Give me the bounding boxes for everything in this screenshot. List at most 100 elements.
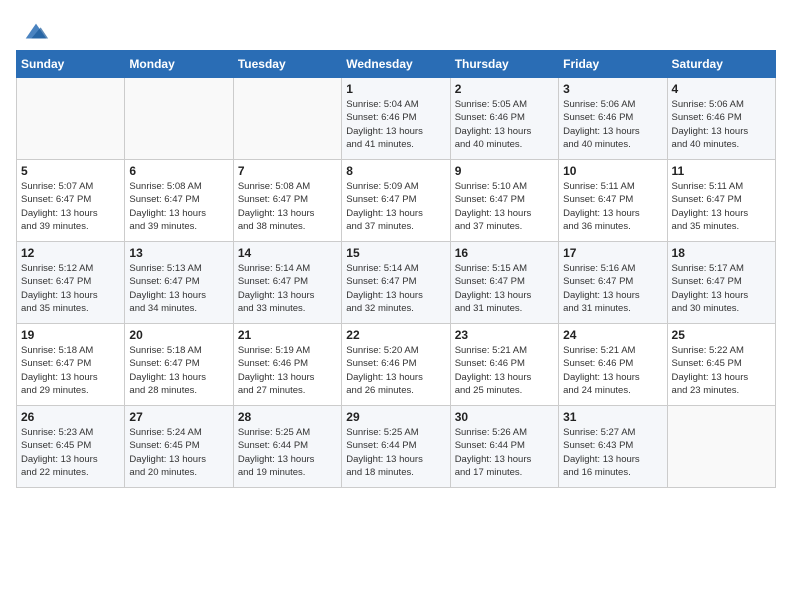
day-number: 7 — [238, 164, 337, 178]
day-number: 23 — [455, 328, 554, 342]
day-info: Sunrise: 5:09 AM Sunset: 6:47 PM Dayligh… — [346, 180, 445, 233]
day-number: 9 — [455, 164, 554, 178]
day-number: 17 — [563, 246, 662, 260]
day-number: 22 — [346, 328, 445, 342]
day-number: 8 — [346, 164, 445, 178]
weekday-header-monday: Monday — [125, 51, 233, 78]
day-cell: 28Sunrise: 5:25 AM Sunset: 6:44 PM Dayli… — [233, 406, 341, 488]
logo — [20, 18, 50, 40]
day-info: Sunrise: 5:08 AM Sunset: 6:47 PM Dayligh… — [238, 180, 337, 233]
day-number: 15 — [346, 246, 445, 260]
day-number: 10 — [563, 164, 662, 178]
day-number: 13 — [129, 246, 228, 260]
day-cell: 10 Sunrise: 5:11 AM Sunset: 6:47 PM Dayli… — [559, 160, 667, 242]
day-info: Sunrise: 5:11 AM Sunset: 6:47 PM Dayligh… — [672, 180, 771, 233]
day-info: Sunrise: 5:13 AM Sunset: 6:47 PM Dayligh… — [129, 262, 228, 315]
day-cell: 23 Sunrise: 5:21 AM Sunset: 6:46 PM Dayli… — [450, 324, 558, 406]
day-info: Sunrise: 5:07 AM Sunset: 6:47 PM Dayligh… — [21, 180, 120, 233]
day-info: Sunrise: 5:18 AM Sunset: 6:47 PM Dayligh… — [129, 344, 228, 397]
weekday-header-thursday: Thursday — [450, 51, 558, 78]
weekday-header-saturday: Saturday — [667, 51, 775, 78]
calendar: SundayMondayTuesdayWednesdayThursdayFrid… — [16, 50, 776, 488]
day-cell: 7 Sunrise: 5:08 AM Sunset: 6:47 PM Daylig… — [233, 160, 341, 242]
day-info: Sunrise: 5:25 AM Sunset: 6:44 PM Dayligh… — [346, 426, 445, 479]
weekday-header-row: SundayMondayTuesdayWednesdayThursdayFrid… — [17, 51, 776, 78]
day-cell: 9 Sunrise: 5:10 AM Sunset: 6:47 PM Daylig… — [450, 160, 558, 242]
day-cell: 31 Sunrise: 5:27 AM Sunset: 6:43 PM Dayli… — [559, 406, 667, 488]
calendar-table: SundayMondayTuesdayWednesdayThursdayFrid… — [16, 50, 776, 488]
week-row-2: 5Sunrise: 5:07 AM Sunset: 6:47 PM Daylig… — [17, 160, 776, 242]
day-info: Sunrise: 5:27 AM Sunset: 6:43 PM Dayligh… — [563, 426, 662, 479]
day-number: 4 — [672, 82, 771, 96]
day-number: 29 — [346, 410, 445, 424]
day-number: 1 — [346, 82, 445, 96]
day-info: Sunrise: 5:05 AM Sunset: 6:46 PM Dayligh… — [455, 98, 554, 151]
day-number: 16 — [455, 246, 554, 260]
day-info: Sunrise: 5:14 AM Sunset: 6:47 PM Dayligh… — [238, 262, 337, 315]
day-cell: 4 Sunrise: 5:06 AM Sunset: 6:46 PM Daylig… — [667, 78, 775, 160]
day-cell: 27 Sunrise: 5:24 AM Sunset: 6:45 PM Dayli… — [125, 406, 233, 488]
day-info: Sunrise: 5:19 AM Sunset: 6:46 PM Dayligh… — [238, 344, 337, 397]
day-info: Sunrise: 5:12 AM Sunset: 6:47 PM Dayligh… — [21, 262, 120, 315]
day-number: 3 — [563, 82, 662, 96]
day-info: Sunrise: 5:06 AM Sunset: 6:46 PM Dayligh… — [563, 98, 662, 151]
day-number: 20 — [129, 328, 228, 342]
week-row-3: 12 Sunrise: 5:12 AM Sunset: 6:47 PM Dayli… — [17, 242, 776, 324]
day-cell: 21 Sunrise: 5:19 AM Sunset: 6:46 PM Dayli… — [233, 324, 341, 406]
day-info: Sunrise: 5:20 AM Sunset: 6:46 PM Dayligh… — [346, 344, 445, 397]
day-number: 24 — [563, 328, 662, 342]
day-info: Sunrise: 5:26 AM Sunset: 6:44 PM Dayligh… — [455, 426, 554, 479]
day-info: Sunrise: 5:24 AM Sunset: 6:45 PM Dayligh… — [129, 426, 228, 479]
day-cell: 12 Sunrise: 5:12 AM Sunset: 6:47 PM Dayli… — [17, 242, 125, 324]
logo-icon — [22, 18, 50, 46]
day-number: 18 — [672, 246, 771, 260]
day-cell: 5Sunrise: 5:07 AM Sunset: 6:47 PM Daylig… — [17, 160, 125, 242]
day-cell: 25Sunrise: 5:22 AM Sunset: 6:45 PM Dayli… — [667, 324, 775, 406]
day-cell: 2Sunrise: 5:05 AM Sunset: 6:46 PM Daylig… — [450, 78, 558, 160]
day-info: Sunrise: 5:15 AM Sunset: 6:47 PM Dayligh… — [455, 262, 554, 315]
day-info: Sunrise: 5:18 AM Sunset: 6:47 PM Dayligh… — [21, 344, 120, 397]
day-info: Sunrise: 5:06 AM Sunset: 6:46 PM Dayligh… — [672, 98, 771, 151]
page-header — [10, 10, 782, 44]
weekday-header-friday: Friday — [559, 51, 667, 78]
day-number: 30 — [455, 410, 554, 424]
day-info: Sunrise: 5:08 AM Sunset: 6:47 PM Dayligh… — [129, 180, 228, 233]
weekday-header-sunday: Sunday — [17, 51, 125, 78]
day-number: 12 — [21, 246, 120, 260]
day-number: 21 — [238, 328, 337, 342]
week-row-1: 1Sunrise: 5:04 AM Sunset: 6:46 PM Daylig… — [17, 78, 776, 160]
day-info: Sunrise: 5:10 AM Sunset: 6:47 PM Dayligh… — [455, 180, 554, 233]
day-info: Sunrise: 5:14 AM Sunset: 6:47 PM Dayligh… — [346, 262, 445, 315]
day-cell: 1Sunrise: 5:04 AM Sunset: 6:46 PM Daylig… — [342, 78, 450, 160]
day-cell: 14 Sunrise: 5:14 AM Sunset: 6:47 PM Dayli… — [233, 242, 341, 324]
weekday-header-tuesday: Tuesday — [233, 51, 341, 78]
day-cell: 17 Sunrise: 5:16 AM Sunset: 6:47 PM Dayli… — [559, 242, 667, 324]
day-cell: 26 Sunrise: 5:23 AM Sunset: 6:45 PM Dayli… — [17, 406, 125, 488]
day-number: 14 — [238, 246, 337, 260]
day-cell: 13 Sunrise: 5:13 AM Sunset: 6:47 PM Dayli… — [125, 242, 233, 324]
day-info: Sunrise: 5:11 AM Sunset: 6:47 PM Dayligh… — [563, 180, 662, 233]
day-cell: 22 Sunrise: 5:20 AM Sunset: 6:46 PM Dayli… — [342, 324, 450, 406]
day-info: Sunrise: 5:17 AM Sunset: 6:47 PM Dayligh… — [672, 262, 771, 315]
day-number: 6 — [129, 164, 228, 178]
day-cell: 29 Sunrise: 5:25 AM Sunset: 6:44 PM Dayli… — [342, 406, 450, 488]
day-cell: 24Sunrise: 5:21 AM Sunset: 6:46 PM Dayli… — [559, 324, 667, 406]
day-info: Sunrise: 5:21 AM Sunset: 6:46 PM Dayligh… — [455, 344, 554, 397]
day-number: 19 — [21, 328, 120, 342]
day-number: 31 — [563, 410, 662, 424]
day-info: Sunrise: 5:23 AM Sunset: 6:45 PM Dayligh… — [21, 426, 120, 479]
day-info: Sunrise: 5:22 AM Sunset: 6:45 PM Dayligh… — [672, 344, 771, 397]
day-number: 11 — [672, 164, 771, 178]
day-info: Sunrise: 5:25 AM Sunset: 6:44 PM Dayligh… — [238, 426, 337, 479]
day-cell: 19 Sunrise: 5:18 AM Sunset: 6:47 PM Dayli… — [17, 324, 125, 406]
day-number: 26 — [21, 410, 120, 424]
day-cell — [667, 406, 775, 488]
week-row-5: 26 Sunrise: 5:23 AM Sunset: 6:45 PM Dayli… — [17, 406, 776, 488]
day-cell: 15 Sunrise: 5:14 AM Sunset: 6:47 PM Dayli… — [342, 242, 450, 324]
day-cell: 8 Sunrise: 5:09 AM Sunset: 6:47 PM Daylig… — [342, 160, 450, 242]
day-info: Sunrise: 5:16 AM Sunset: 6:47 PM Dayligh… — [563, 262, 662, 315]
day-cell: 3 Sunrise: 5:06 AM Sunset: 6:46 PM Daylig… — [559, 78, 667, 160]
day-number: 27 — [129, 410, 228, 424]
weekday-header-wednesday: Wednesday — [342, 51, 450, 78]
day-cell — [17, 78, 125, 160]
